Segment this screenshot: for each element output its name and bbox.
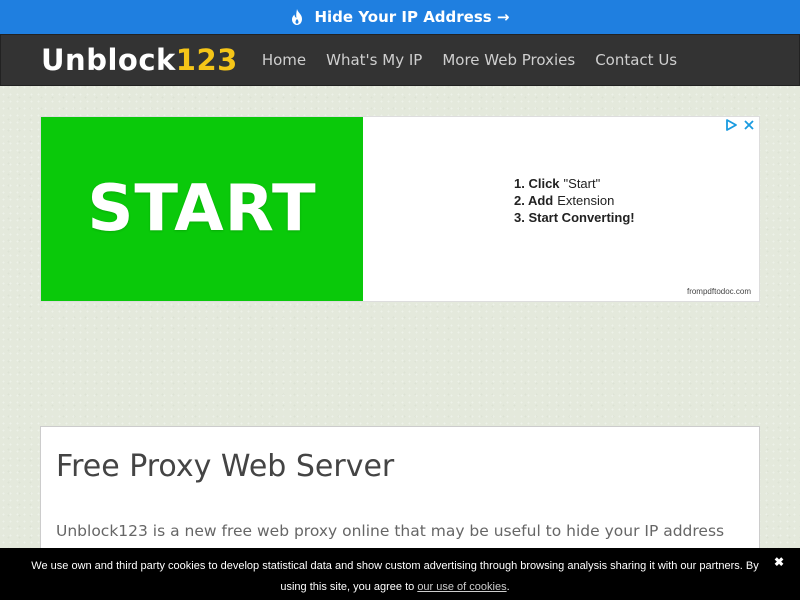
close-icon[interactable] xyxy=(743,119,755,131)
ad-steps-list: 1. Click "Start" 2. Add Extension 3. Start… xyxy=(514,175,639,226)
fire-icon xyxy=(290,9,304,25)
cookie-message: We use own and third party cookies to de… xyxy=(20,556,770,598)
ad-start-banner[interactable]: START xyxy=(41,117,363,301)
cookie-text: We use own and third party cookies to de… xyxy=(31,560,759,593)
ad-controls xyxy=(725,119,755,131)
cookie-policy-link[interactable]: our use of cookies xyxy=(417,581,506,593)
page-title: Free Proxy Web Server xyxy=(56,449,395,484)
nav-whats-my-ip-link[interactable]: What's My IP xyxy=(316,51,432,69)
promo-banner[interactable]: Hide Your IP Address → xyxy=(0,0,800,34)
promo-label: Hide Your IP Address → xyxy=(314,8,510,26)
logo-main-text: Unblock xyxy=(41,43,176,77)
nav-home-link[interactable]: Home xyxy=(252,51,316,69)
navbar: Unblock 123 Home What's My IP More Web Pr… xyxy=(0,34,800,86)
cookie-text-end: . xyxy=(506,581,510,593)
advertisement[interactable]: START 1. Click "Start" 2. Add Extension 3.… xyxy=(40,116,760,302)
nav-more-proxies-link[interactable]: More Web Proxies xyxy=(432,51,585,69)
nav-contact-link[interactable]: Contact Us xyxy=(585,51,687,69)
ad-source-url[interactable]: frompdftodoc.com xyxy=(687,287,751,296)
logo-accent-text: 123 xyxy=(175,43,238,77)
nav-menu: Home What's My IP More Web Proxies Conta… xyxy=(252,51,687,69)
site-logo[interactable]: Unblock 123 xyxy=(41,43,238,77)
ad-step: 1. Click "Start" xyxy=(514,176,601,191)
cookie-consent-bar: We use own and third party cookies to de… xyxy=(0,548,800,600)
ad-step: 3. Start Converting! xyxy=(514,210,635,225)
close-cookie-button[interactable]: ✖ xyxy=(774,555,784,569)
adchoices-play-icon[interactable] xyxy=(725,119,737,131)
ad-text-panel: 1. Click "Start" 2. Add Extension 3. Start… xyxy=(363,117,759,301)
ad-step: 2. Add Extension xyxy=(514,193,615,208)
